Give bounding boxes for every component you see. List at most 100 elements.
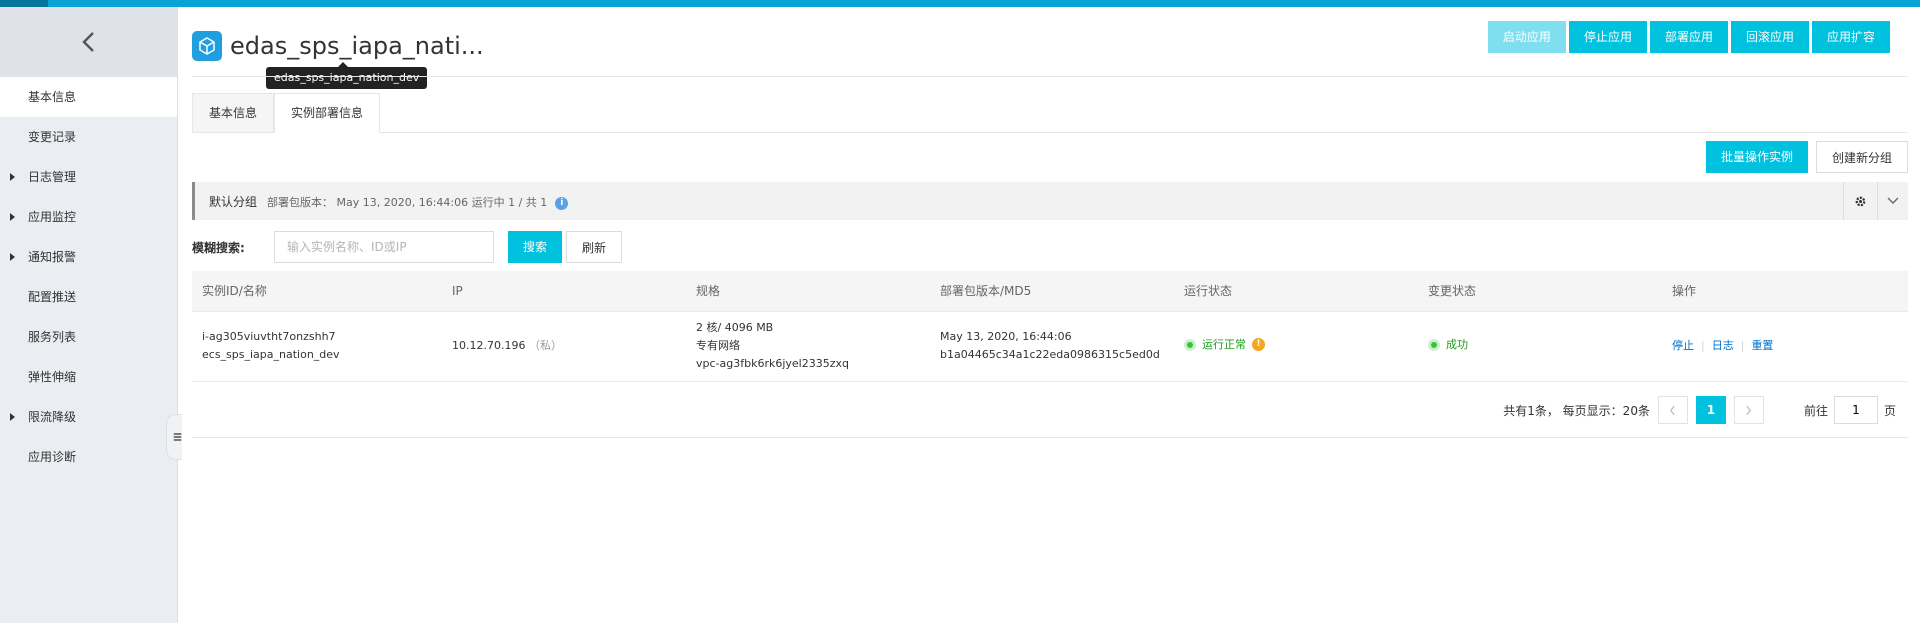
- run-status-text: 运行正常: [1202, 337, 1246, 351]
- start-app-button[interactable]: 启动应用: [1487, 21, 1566, 53]
- group-header: 默认分组 部署包版本： May 13, 2020, 16:44:06 运行中 1…: [192, 182, 1908, 220]
- group-expand-button[interactable]: [1877, 182, 1908, 220]
- chevron-down-icon: [1887, 197, 1899, 204]
- ip-type-tag: （私）: [528, 339, 562, 352]
- back-button[interactable]: [0, 7, 177, 77]
- column-header-ip: IP: [442, 271, 686, 312]
- sidebar: 基本信息 变更记录 日志管理 应用监控 通知报警 配置推送 服务列表 弹性伸缩 …: [0, 7, 178, 623]
- cell-id-name: i-ag305viuvtht7onzshh7 ecs_sps_iapa_nati…: [192, 311, 442, 382]
- sidebar-item-log-management[interactable]: 日志管理: [0, 157, 177, 197]
- column-header-ops: 操作: [1662, 271, 1908, 312]
- sidebar-item-rate-limit[interactable]: 限流降级: [0, 397, 177, 437]
- group-info: 部署包版本： May 13, 2020, 16:44:06 运行中 1 / 共 …: [267, 194, 569, 210]
- run-status: 运行正常 !: [1184, 336, 1265, 354]
- sidebar-item-label: 弹性伸缩: [28, 370, 77, 384]
- stop-app-button[interactable]: 停止应用: [1568, 21, 1647, 53]
- search-label: 模糊搜索:: [192, 240, 245, 255]
- create-group-button[interactable]: 创建新分组: [1815, 141, 1908, 173]
- menu-collapse-icon: [173, 433, 182, 441]
- spec-network: 专有网络: [696, 339, 740, 352]
- instance-table: 实例ID/名称 IP 规格 部署包版本/MD5 运行状态 变更状态 操作 i-a…: [192, 271, 1908, 382]
- rollback-app-button[interactable]: 回滚应用: [1730, 21, 1809, 53]
- cell-change-status: 成功: [1418, 311, 1662, 382]
- prev-page-button[interactable]: [1657, 396, 1688, 424]
- cell-run-status: 运行正常 !: [1174, 311, 1418, 382]
- op-separator: |: [1701, 339, 1705, 352]
- deploy-app-button[interactable]: 部署应用: [1649, 21, 1728, 53]
- title-tooltip: edas_sps_iapa_nation_dev: [266, 62, 428, 89]
- goto-page-input[interactable]: [1833, 396, 1878, 424]
- caret-right-icon: [10, 173, 15, 181]
- chevron-right-icon: [1746, 405, 1752, 415]
- page-title: edas_sps_iapa_nati...: [230, 32, 484, 60]
- sidebar-item-service-list[interactable]: 服务列表: [0, 317, 177, 357]
- cell-ip: 10.12.70.196 （私）: [442, 311, 686, 382]
- tab-basic-info[interactable]: 基本信息: [192, 93, 275, 133]
- group-name: 默认分组: [209, 195, 258, 209]
- app-actions-toolbar: 启动应用 停止应用 部署应用 回滚应用 应用扩容: [1487, 21, 1890, 53]
- sidebar-item-label: 基本信息: [28, 90, 77, 104]
- search-button[interactable]: 搜索: [508, 231, 563, 263]
- op-separator: |: [1740, 339, 1745, 352]
- top-accent-bar: [0, 0, 1920, 7]
- sidebar-item-basic-info[interactable]: 基本信息: [0, 77, 177, 117]
- pagination: 共有1条， 每页显示：20条 1 前往 页: [1503, 396, 1896, 424]
- gear-icon: [1855, 196, 1866, 206]
- info-icon[interactable]: i: [555, 196, 569, 210]
- search-bar: 模糊搜索: 搜索 刷新: [192, 231, 623, 263]
- column-header-id: 实例ID/名称: [192, 271, 442, 312]
- sidebar-item-config-push[interactable]: 配置推送: [0, 277, 177, 317]
- pagination-summary: 共有1条， 每页显示：20条: [1503, 403, 1650, 418]
- caret-right-icon: [10, 253, 15, 261]
- sidebar-item-label: 配置推送: [28, 290, 77, 304]
- next-page-button[interactable]: [1733, 396, 1764, 424]
- column-header-run-status: 运行状态: [1174, 271, 1418, 312]
- column-header-spec: 规格: [686, 271, 930, 312]
- group-settings-button[interactable]: [1843, 182, 1877, 220]
- sidebar-item-change-log[interactable]: 变更记录: [0, 117, 177, 157]
- sidebar-item-label: 应用诊断: [28, 450, 77, 464]
- goto-suffix: 页: [1883, 403, 1896, 418]
- reset-instance-link[interactable]: 重置: [1751, 339, 1773, 352]
- search-input[interactable]: [274, 231, 494, 263]
- warning-icon[interactable]: !: [1252, 338, 1265, 351]
- column-header-version: 部署包版本/MD5: [930, 271, 1174, 312]
- sidebar-item-label: 通知报警: [28, 250, 77, 264]
- column-header-change-status: 变更状态: [1418, 271, 1662, 312]
- cell-spec: 2 核/ 4096 MB 专有网络 vpc-ag3fbk6rk6jyel2335…: [686, 311, 930, 382]
- caret-right-icon: [10, 213, 15, 221]
- header-divider: [192, 76, 1908, 77]
- stop-instance-link[interactable]: 停止: [1672, 339, 1694, 352]
- sidebar-collapse-toggle[interactable]: [166, 414, 182, 460]
- sidebar-item-label: 限流降级: [28, 410, 77, 424]
- sidebar-item-diagnosis[interactable]: 应用诊断: [0, 437, 177, 477]
- content-divider: [192, 437, 1908, 438]
- app-cube-icon: [192, 31, 222, 61]
- status-ok-icon: [1428, 338, 1440, 351]
- sidebar-item-label: 服务列表: [28, 330, 77, 344]
- batch-operate-button[interactable]: 批量操作实例: [1705, 141, 1808, 173]
- page-button-current[interactable]: 1: [1695, 396, 1726, 424]
- tab-instance-deploy-info[interactable]: 实例部署信息: [274, 93, 381, 133]
- group-info-text: 部署包版本： May 13, 2020, 16:44:06 运行中 1 / 共 …: [267, 196, 548, 209]
- sidebar-item-auto-scaling[interactable]: 弹性伸缩: [0, 357, 177, 397]
- instance-name: ecs_sps_iapa_nation_dev: [202, 348, 340, 361]
- cell-version: May 13, 2020, 16:44:06 b1a04465c34a1c22e…: [930, 311, 1174, 382]
- sidebar-item-label: 应用监控: [28, 210, 77, 224]
- package-md5: b1a04465c34a1c22eda0986315c5ed0d: [940, 348, 1160, 361]
- view-log-link[interactable]: 日志: [1712, 339, 1734, 352]
- cell-ops: 停止 | 日志 | 重置: [1662, 311, 1908, 382]
- top-accent-bar-left: [0, 0, 48, 7]
- chevron-left-icon: [81, 32, 94, 52]
- sidebar-item-alerts[interactable]: 通知报警: [0, 237, 177, 277]
- change-status: 成功: [1428, 336, 1468, 354]
- instance-id: i-ag305viuvtht7onzshh7: [202, 330, 336, 343]
- spec-vpc: vpc-ag3fbk6rk6jyel2335zxq: [696, 357, 849, 370]
- scale-app-button[interactable]: 应用扩容: [1811, 21, 1890, 53]
- status-ok-icon: [1184, 338, 1196, 351]
- spec-cpu-mem: 2 核/ 4096 MB: [696, 321, 774, 334]
- sidebar-item-label: 日志管理: [28, 170, 77, 184]
- sidebar-item-app-monitor[interactable]: 应用监控: [0, 197, 177, 237]
- table-header-row: 实例ID/名称 IP 规格 部署包版本/MD5 运行状态 变更状态 操作: [192, 271, 1908, 312]
- refresh-button[interactable]: 刷新: [566, 231, 623, 263]
